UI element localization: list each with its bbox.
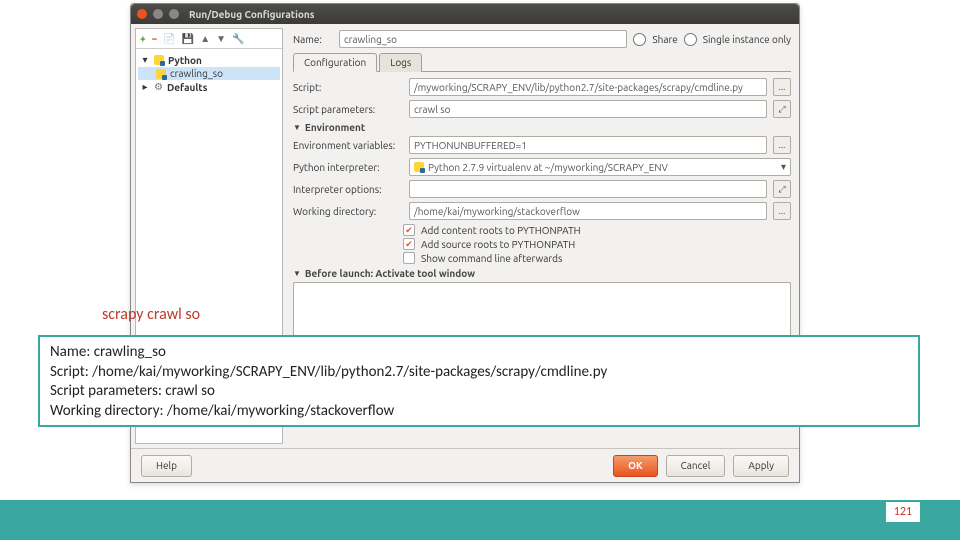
chevron-down-icon: ▾ (781, 161, 786, 173)
apply-button[interactable]: Apply (733, 455, 789, 477)
interp-opts-input[interactable] (409, 180, 767, 198)
annotation-box: Name: crawling_so Script: /home/kai/mywo… (38, 335, 920, 427)
params-expand-button[interactable]: ⤢ (773, 100, 791, 118)
tree-toolbar: + − 📄 💾 ▲ ▼ 🔧 (136, 29, 282, 49)
env-vars-browse-button[interactable]: ... (773, 136, 791, 154)
move-down-icon[interactable]: ▼ (216, 33, 226, 45)
tabs: Configuration Logs (293, 52, 791, 72)
maximize-icon[interactable] (169, 9, 179, 19)
name-label: Name: (293, 34, 333, 45)
python-icon (414, 162, 424, 172)
before-launch-list[interactable] (293, 282, 791, 336)
tree-label: Defaults (167, 82, 207, 93)
minimize-icon[interactable] (153, 9, 163, 19)
window-title: Run/Debug Configurations (189, 9, 314, 20)
annotation-line: Script: /home/kai/myworking/SCRAPY_ENV/l… (50, 363, 908, 383)
interpreter-select[interactable]: Python 2.7.9 virtualenv at ~/myworking/S… (409, 158, 791, 176)
tab-logs[interactable]: Logs (379, 53, 422, 72)
gear-icon: ⚙ (154, 81, 163, 93)
show-cmd-checkbox[interactable] (403, 252, 415, 264)
wrench-icon[interactable]: 🔧 (232, 33, 244, 45)
chevron-down-icon: ▼ (293, 269, 301, 278)
ok-button[interactable]: OK (613, 455, 658, 477)
show-cmd-label: Show command line afterwards (421, 253, 562, 264)
titlebar: Run/Debug Configurations (131, 4, 799, 24)
tab-configuration[interactable]: Configuration (293, 53, 377, 72)
env-vars-input[interactable]: PYTHONUNBUFFERED=1 (409, 136, 767, 154)
tree-node-python[interactable]: ▾ Python (138, 53, 280, 67)
workdir-input[interactable]: /home/kai/myworking/stackoverflow (409, 202, 767, 220)
content-roots-checkbox[interactable] (403, 224, 415, 236)
interpreter-label: Python interpreter: (293, 162, 403, 173)
annotation-line: Working directory: /home/kai/myworking/s… (50, 402, 908, 422)
tree-node-defaults[interactable]: ▸ ⚙ Defaults (138, 80, 280, 94)
env-section-header[interactable]: ▼Environment (293, 122, 791, 133)
before-launch-header[interactable]: ▼Before launch: Activate tool window (293, 268, 791, 279)
annotation-line: Script parameters: crawl so (50, 382, 908, 402)
close-icon[interactable] (137, 9, 147, 19)
interp-opts-label: Interpreter options: (293, 184, 403, 195)
add-icon[interactable]: + (140, 33, 146, 44)
tree-label: crawling_so (170, 68, 223, 79)
params-input[interactable]: crawl so (409, 100, 767, 118)
config-tree: ▾ Python crawling_so ▸ ⚙ Defaults (136, 49, 282, 98)
env-vars-label: Environment variables: (293, 140, 403, 151)
chevron-down-icon: ▾ (140, 54, 150, 66)
page-number: 121 (886, 502, 920, 522)
name-input[interactable]: crawling_so (339, 30, 627, 48)
tree-node-crawling-so[interactable]: crawling_so (138, 67, 280, 80)
script-label: Script: (293, 82, 403, 93)
chevron-down-icon: ▼ (293, 123, 301, 132)
annotation-command: scrapy crawl so (102, 305, 200, 324)
chevron-right-icon: ▸ (140, 81, 150, 93)
python-icon (156, 69, 166, 79)
workdir-label: Working directory: (293, 206, 403, 217)
params-label: Script parameters: (293, 104, 403, 115)
source-roots-label: Add source roots to PYTHONPATH (421, 239, 575, 250)
script-browse-button[interactable]: ... (773, 78, 791, 96)
interp-opts-expand-button[interactable]: ⤢ (773, 180, 791, 198)
tree-label: Python (168, 55, 202, 66)
remove-icon[interactable]: − (152, 33, 158, 44)
workdir-browse-button[interactable]: ... (773, 202, 791, 220)
annotation-line: Name: crawling_so (50, 343, 908, 363)
share-radio[interactable]: Share (633, 33, 677, 46)
single-instance-radio[interactable]: Single instance only (684, 33, 791, 46)
slide-footer-bar (0, 500, 960, 540)
content-roots-label: Add content roots to PYTHONPATH (421, 225, 581, 236)
python-icon (154, 55, 164, 65)
dialog-footer: Help OK Cancel Apply (131, 448, 799, 482)
cancel-button[interactable]: Cancel (666, 455, 726, 477)
copy-icon[interactable]: 📄 (163, 33, 175, 45)
script-input[interactable]: /myworking/SCRAPY_ENV/lib/python2.7/site… (409, 78, 767, 96)
move-up-icon[interactable]: ▲ (200, 33, 210, 45)
save-icon[interactable]: 💾 (182, 33, 194, 45)
source-roots-checkbox[interactable] (403, 238, 415, 250)
help-button[interactable]: Help (141, 455, 192, 477)
